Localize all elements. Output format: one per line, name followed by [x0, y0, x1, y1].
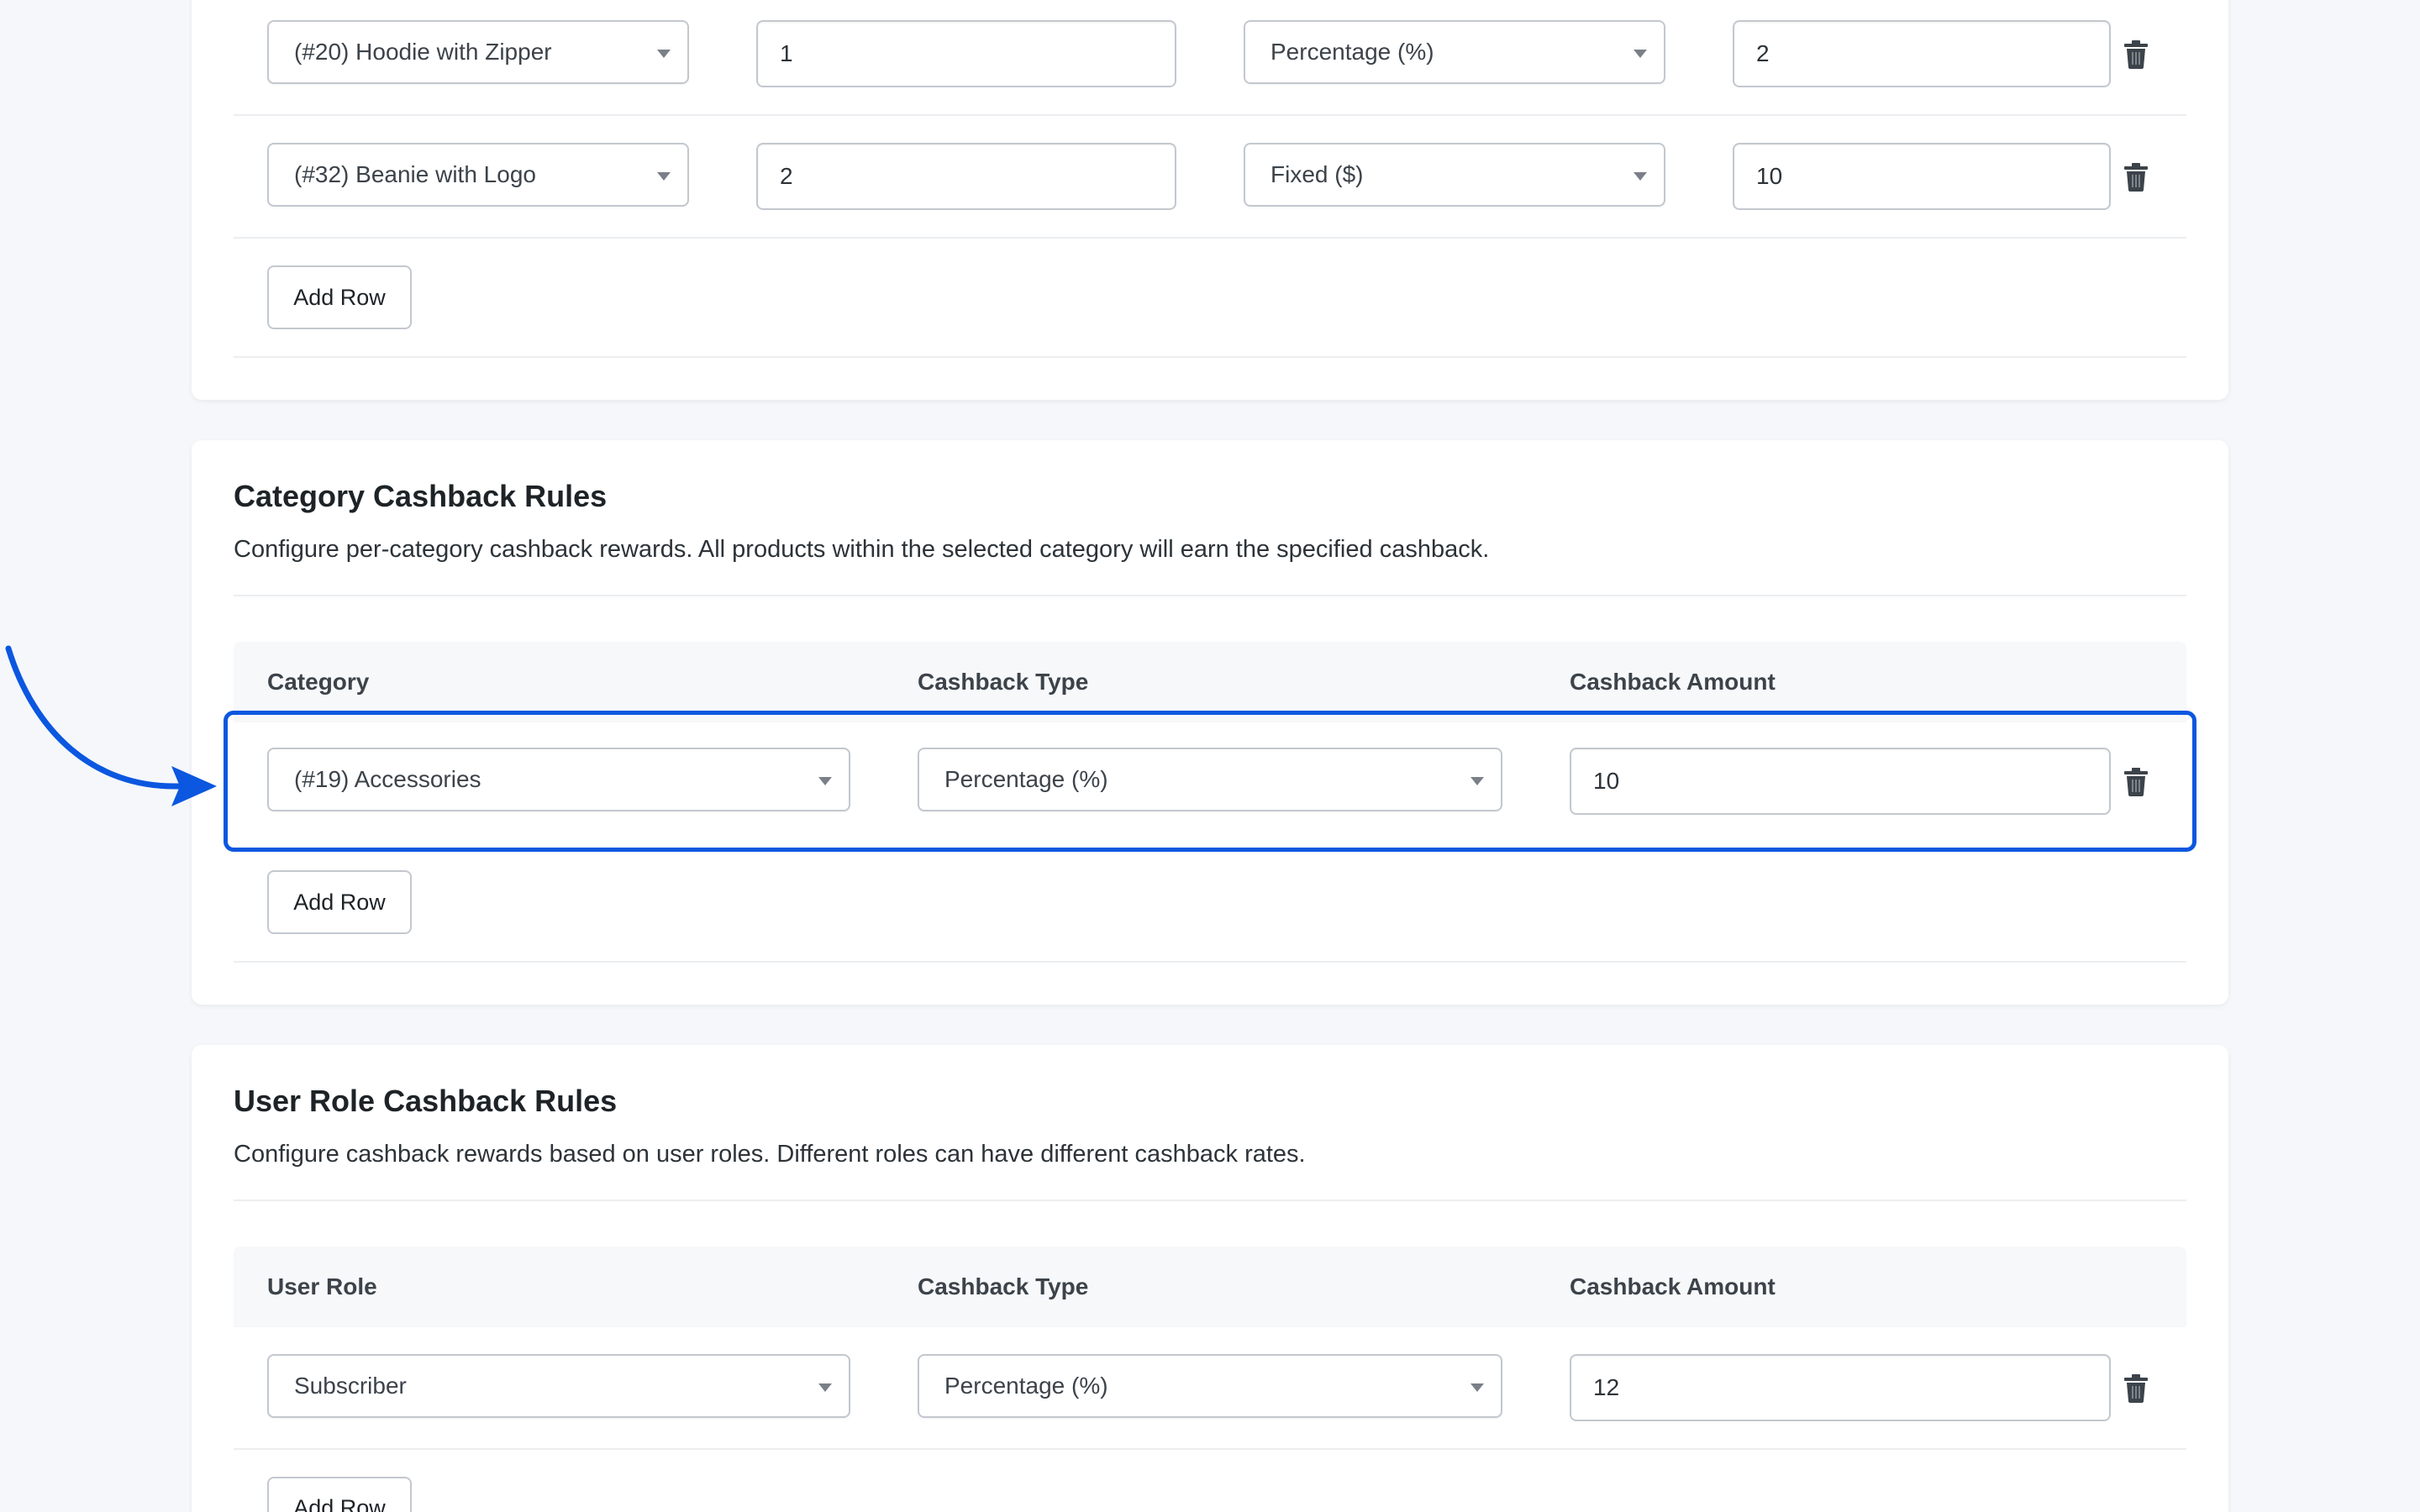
trash-icon[interactable] [2124, 163, 2148, 192]
quantity-input[interactable]: 2 [756, 143, 1176, 210]
trash-icon[interactable] [2124, 768, 2148, 796]
add-row-button[interactable]: Add Row [267, 870, 412, 934]
chevron-down-icon [657, 172, 671, 181]
category-cashback-card [192, 440, 2228, 1005]
chevron-down-icon [1634, 172, 1647, 181]
cashback-type-select[interactable]: Fixed ($) [1244, 143, 1665, 207]
category-section-title: Category Cashback Rules [234, 479, 608, 513]
chevron-down-icon [1470, 777, 1484, 785]
category-select[interactable]: (#19) Accessories [267, 748, 850, 811]
cashback-amount-value: 2 [1756, 40, 1770, 66]
add-row-clip: Add Row [260, 1470, 420, 1512]
add-row-button[interactable]: Add Row [267, 1477, 412, 1512]
trash-icon[interactable] [2124, 1374, 2148, 1403]
cashback-type-value: Percentage (%) [944, 766, 1108, 792]
user-role-select[interactable]: Subscriber [267, 1354, 850, 1418]
category-section-description: Configure per-category cashback rewards.… [234, 536, 1490, 563]
quantity-input[interactable]: 1 [756, 20, 1176, 87]
cashback-amount-input[interactable]: 2 [1733, 20, 2111, 87]
cashback-type-value: Fixed ($) [1270, 161, 1364, 187]
quantity-input-value: 2 [780, 163, 793, 189]
cashback-amount-input[interactable]: 12 [1570, 1354, 2111, 1421]
row-divider [234, 237, 2186, 239]
user-role-table-header [234, 1247, 2186, 1327]
quantity-input-value: 1 [780, 40, 793, 66]
product-select[interactable]: (#20) Hoodie with Zipper [267, 20, 689, 84]
table-bottom-divider [234, 961, 2186, 963]
cashback-amount-value: 10 [1593, 768, 1620, 794]
section-divider [234, 1200, 2186, 1201]
column-header-user-role: User Role [267, 1273, 377, 1299]
column-header-cashback-type: Cashback Type [918, 669, 1089, 695]
user-role-section-title: User Role Cashback Rules [234, 1084, 618, 1118]
cashback-type-select[interactable]: Percentage (%) [918, 748, 1502, 811]
category-table-header [234, 642, 2186, 722]
curved-arrow-icon [5, 645, 217, 806]
trash-icon[interactable] [2124, 40, 2148, 69]
chevron-down-icon [657, 50, 671, 58]
cashback-type-select[interactable]: Percentage (%) [918, 1354, 1502, 1418]
user-role-select-value: Subscriber [294, 1373, 407, 1399]
row-divider [234, 114, 2186, 116]
chevron-down-icon [1634, 50, 1647, 58]
cashback-type-value: Percentage (%) [944, 1373, 1108, 1399]
chevron-down-icon [818, 1383, 832, 1392]
column-header-category: Category [267, 669, 370, 695]
section-divider [234, 595, 2186, 596]
column-header-cashback-amount: Cashback Amount [1570, 1273, 1776, 1299]
column-header-cashback-type: Cashback Type [918, 1273, 1089, 1299]
cashback-amount-input[interactable]: 10 [1570, 748, 2111, 815]
row-divider [234, 1448, 2186, 1450]
cashback-amount-value: 10 [1756, 163, 1783, 189]
category-select-value: (#19) Accessories [294, 766, 481, 792]
column-header-cashback-amount: Cashback Amount [1570, 669, 1776, 695]
add-row-button[interactable]: Add Row [267, 265, 412, 329]
user-role-section-description: Configure cashback rewards based on user… [234, 1141, 1306, 1168]
chevron-down-icon [818, 777, 832, 785]
cashback-type-value: Percentage (%) [1270, 39, 1434, 65]
product-select[interactable]: (#32) Beanie with Logo [267, 143, 689, 207]
cashback-amount-input[interactable]: 10 [1733, 143, 2111, 210]
table-bottom-divider [234, 356, 2186, 358]
cashback-type-select[interactable]: Percentage (%) [1244, 20, 1665, 84]
chevron-down-icon [1470, 1383, 1484, 1392]
product-select-value: (#20) Hoodie with Zipper [294, 39, 552, 65]
cashback-amount-value: 12 [1593, 1374, 1620, 1400]
product-select-value: (#32) Beanie with Logo [294, 161, 536, 187]
